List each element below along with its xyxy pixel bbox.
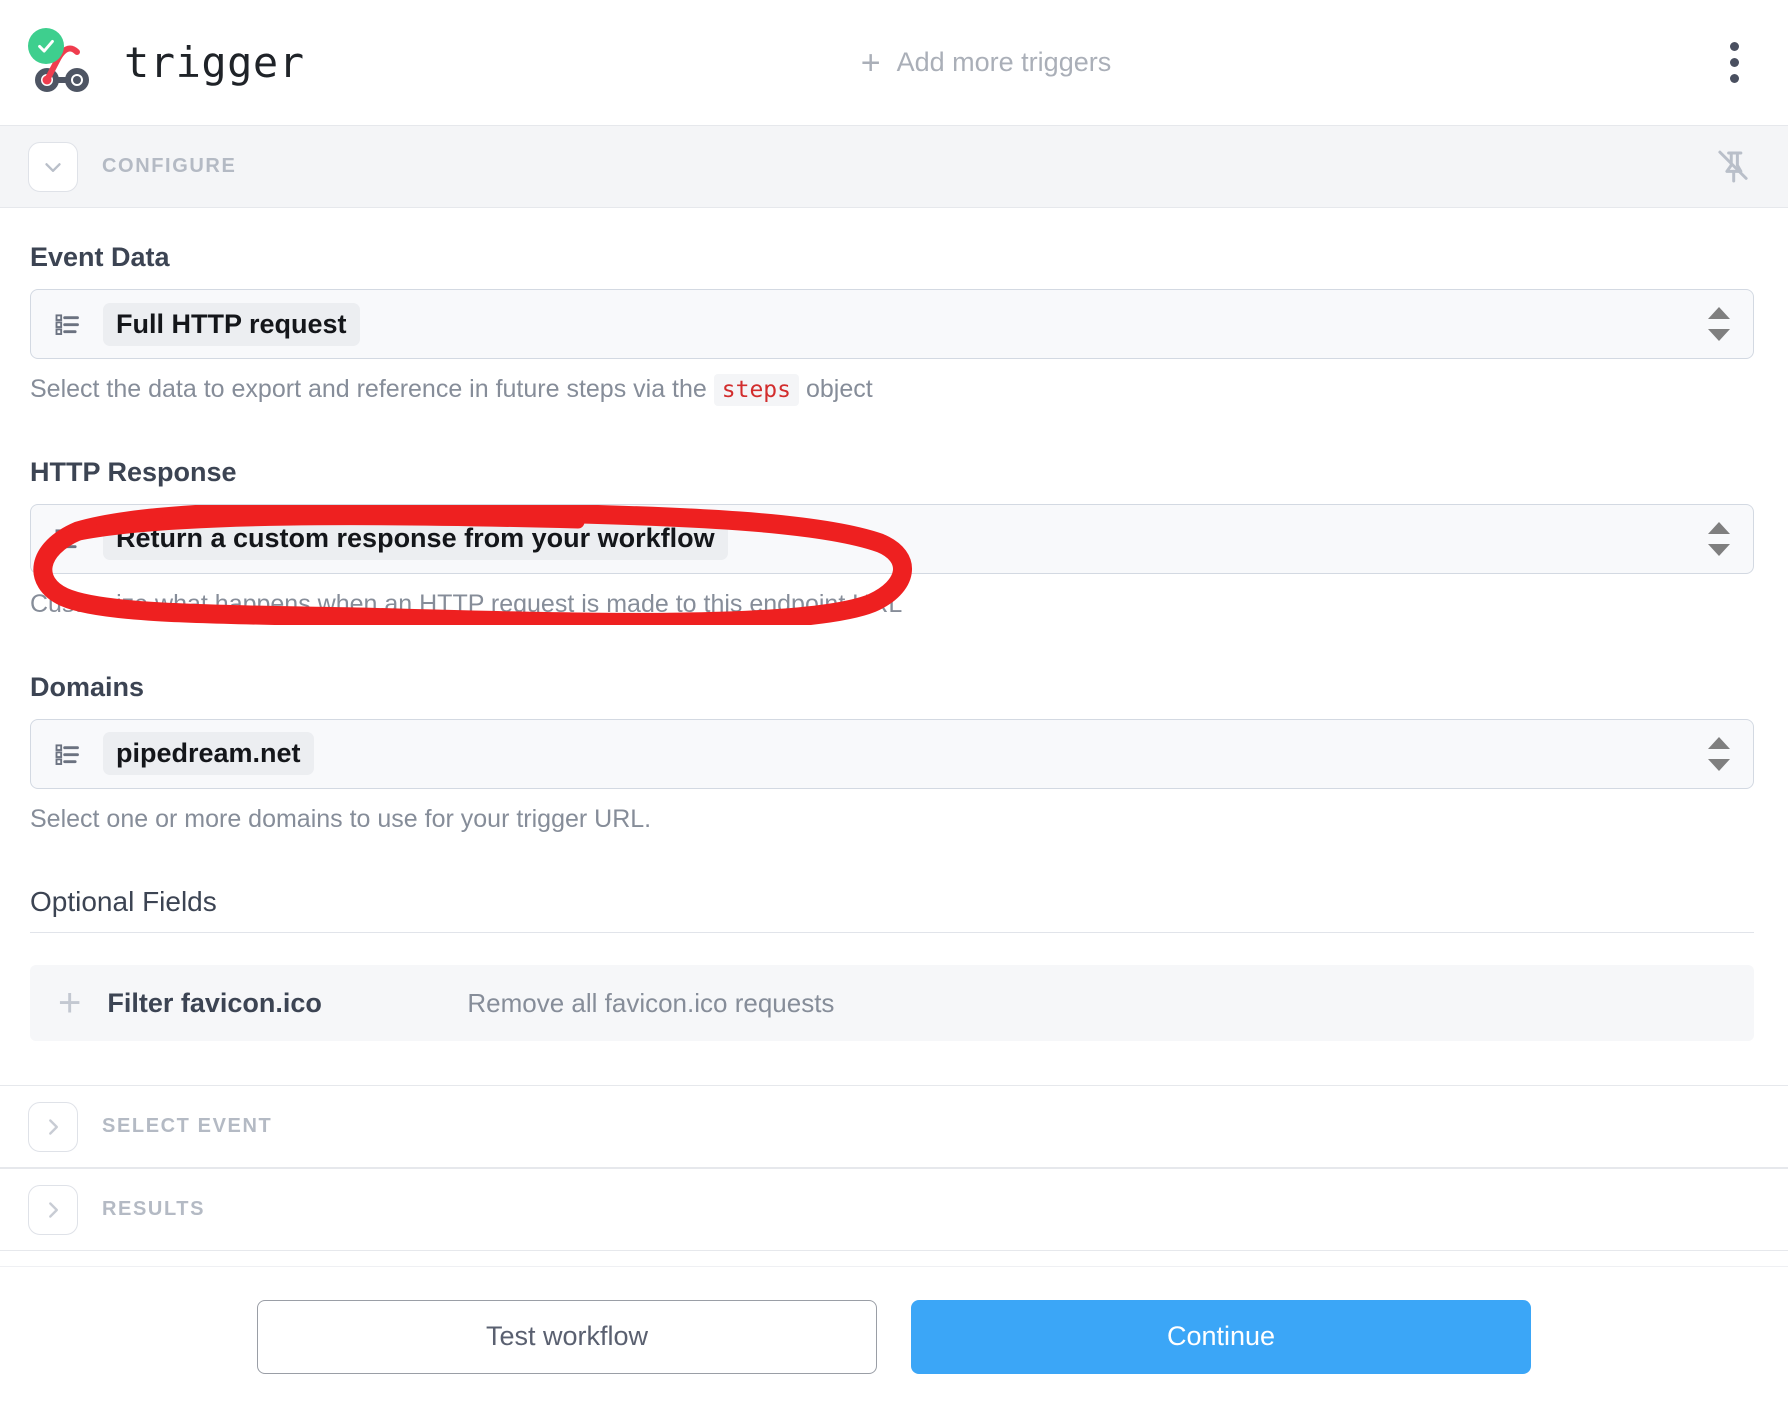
select-stepper-icon <box>1707 307 1731 341</box>
workflow-trigger-panel: trigger + Add more triggers CONFIGURE Ev… <box>0 0 1788 1406</box>
field-event-data: Event Data Full HTTP request Select the … <box>30 242 1754 407</box>
test-workflow-button[interactable]: Test workflow <box>257 1299 877 1374</box>
expand-select-event-button[interactable] <box>28 1101 78 1152</box>
chevron-right-icon <box>49 1202 58 1218</box>
domains-select[interactable]: pipedream.net <box>30 718 1754 789</box>
field-label-domains: Domains <box>30 671 145 702</box>
optional-field-name: Filter favicon.ico <box>107 987 322 1018</box>
list-options-icon <box>55 529 79 550</box>
plus-icon: + <box>860 43 881 82</box>
field-helper-event-data: Select the data to export and reference … <box>30 373 1754 407</box>
optional-field-description: Remove all favicon.ico requests <box>467 987 835 1018</box>
field-label-event-data: Event Data <box>30 242 170 272</box>
chevron-down-icon <box>45 162 61 172</box>
helper-text-before: Select the data to export and reference … <box>30 375 707 403</box>
list-options-icon <box>55 314 79 335</box>
helper-code-steps: steps <box>713 374 800 406</box>
http-response-select[interactable]: Return a custom response from your workf… <box>30 503 1754 574</box>
select-stepper-icon <box>1707 521 1731 556</box>
expand-results-button[interactable] <box>28 1184 78 1235</box>
field-helper-domains: Select one or more domains to use for yo… <box>30 804 652 833</box>
chevron-right-icon <box>49 1119 58 1135</box>
pin-off-icon[interactable] <box>1712 146 1754 188</box>
optional-field-row-filter-favicon[interactable]: + Filter favicon.ico Remove all favicon.… <box>30 965 1754 1042</box>
header-center: + Add more triggers <box>258 46 1714 80</box>
optional-fields-heading: Optional Fields <box>30 886 1754 934</box>
plus-icon: + <box>58 981 82 1026</box>
section-title-select-event: SELECT EVENT <box>102 1115 273 1138</box>
field-label-http-response: HTTP Response <box>30 456 237 487</box>
section-header-results[interactable]: RESULTS <box>0 1169 1788 1252</box>
section-header-configure[interactable]: CONFIGURE <box>0 126 1788 208</box>
helper-text-after: object <box>805 375 873 403</box>
add-more-triggers-label: Add more triggers <box>896 47 1112 77</box>
add-more-triggers-button[interactable]: + Add more triggers <box>861 46 1111 80</box>
kebab-menu-icon[interactable] <box>1714 37 1754 89</box>
field-helper-http-response: Customize what happens when an HTTP requ… <box>30 589 903 618</box>
http-response-value: Return a custom response from your workf… <box>103 517 728 561</box>
collapse-configure-button[interactable] <box>28 141 78 192</box>
status-badge <box>28 27 64 64</box>
continue-button[interactable]: Continue <box>911 1299 1531 1374</box>
select-stepper-icon <box>1707 736 1731 771</box>
event-data-select[interactable]: Full HTTP request <box>30 289 1754 359</box>
trigger-icon-container <box>28 27 94 96</box>
section-header-select-event[interactable]: SELECT EVENT <box>0 1086 1788 1169</box>
configure-form: Event Data Full HTTP request Select the … <box>0 208 1788 1086</box>
check-icon <box>38 39 54 53</box>
panel-header: trigger + Add more triggers <box>0 0 1788 126</box>
domains-value: pipedream.net <box>103 732 314 775</box>
panel-footer: Test workflow Continue <box>0 1266 1788 1406</box>
event-data-value: Full HTTP request <box>103 302 360 346</box>
field-domains: Domains pipedream.net Select one or more… <box>30 672 1754 837</box>
field-http-response: HTTP Response Return a custom response f… <box>30 457 1754 622</box>
list-options-icon <box>55 743 79 765</box>
section-title-results: RESULTS <box>102 1198 206 1221</box>
section-title-configure: CONFIGURE <box>102 155 237 177</box>
